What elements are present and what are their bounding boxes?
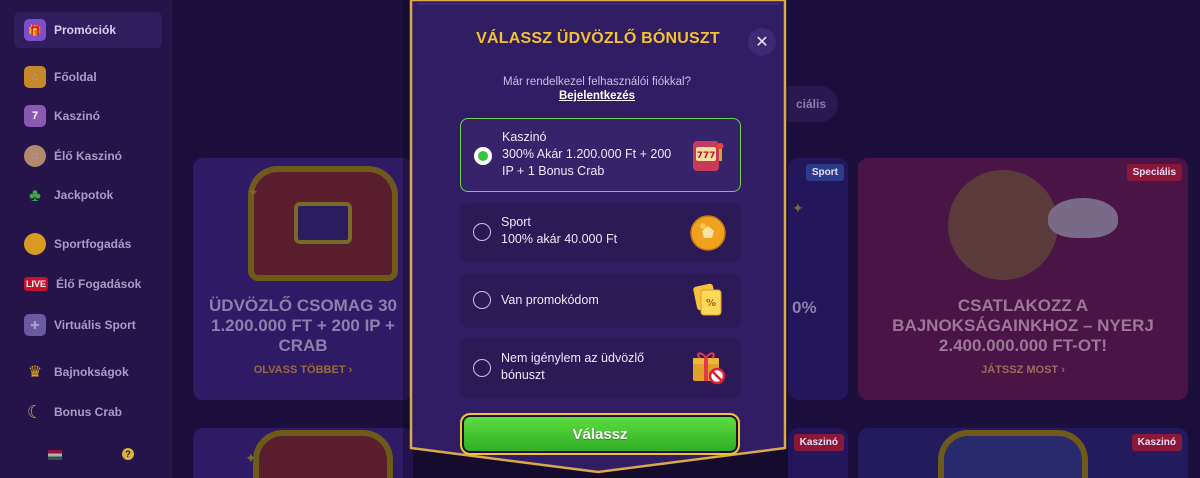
play-now-link[interactable]: JÁTSSZ MOST ›	[858, 364, 1188, 376]
bonus-option-name: Sport	[501, 215, 531, 229]
bonus-option-text: Sport 100% akár 40.000 Ft	[501, 214, 681, 248]
live-badge-icon: LIVE	[24, 277, 48, 291]
sidebar-item-promotions[interactable]: 🎁 Promóciók	[14, 12, 162, 48]
wing-image	[1048, 198, 1118, 238]
promo-card[interactable]: ✦ ÜDVÖZLŐ CSOMAG 30 1.200.000 FT + 200 I…	[193, 158, 413, 400]
clover-icon: ♣	[29, 184, 41, 205]
sidebar-item-label: Bonus Crab	[54, 405, 123, 419]
sparkle-icon: ✦	[247, 184, 259, 200]
language-flag-icon[interactable]	[48, 450, 62, 460]
bonus-option-name: Kaszinó	[502, 130, 547, 144]
bonus-option-text: Kaszinó 300% Akár 1.200.000 Ft + 200 IP …	[502, 129, 682, 180]
sidebar: 🎁 Promóciók ⌂ Főoldal 7 Kaszinó ☺ Élő Ka…	[0, 0, 172, 478]
live-casino-icon: ☺	[24, 145, 46, 167]
category-badge: Speciális	[1126, 164, 1182, 181]
chest-image	[938, 430, 1088, 478]
sidebar-item-label: Élő Kaszinó	[54, 149, 123, 163]
casino-icon: 7	[24, 105, 46, 127]
sidebar-item-live-betting[interactable]: LIVE Élő Fogadások	[24, 269, 141, 299]
sidebar-item-label: Sportfogadás	[54, 237, 132, 251]
bonus-option-casino[interactable]: Kaszinó 300% Akár 1.200.000 Ft + 200 IP …	[460, 118, 741, 192]
promo-card-title: ÜDVÖZLŐ CSOMAG 30 1.200.000 FT + 200 IP …	[209, 296, 397, 355]
promo-ticket-icon: %	[693, 283, 722, 316]
bonus-option-description: 300% Akár 1.200.000 Ft + 200 IP + 1 Bonu…	[502, 147, 672, 178]
sidebar-item-label: Promóciók	[54, 23, 117, 37]
sidebar-item-tournaments[interactable]: ♛ Bajnokságok	[24, 357, 129, 387]
help-icon[interactable]: ?	[122, 448, 134, 460]
sidebar-item-label: Élő Fogadások	[56, 277, 142, 291]
promo-card[interactable]: ✦	[193, 428, 413, 478]
sidebar-item-virtual-sports[interactable]: ✚ Virtuális Sport	[24, 310, 136, 340]
sidebar-item-label: Főoldal	[54, 70, 97, 84]
sidebar-item-bonus-crab[interactable]: ☾ Bonus Crab	[24, 397, 122, 427]
sidebar-item-casino[interactable]: 7 Kaszinó	[24, 101, 100, 131]
modal-title: VÁLASSZ ÜDVÖZLŐ BÓNUSZT	[476, 30, 720, 47]
radio-button[interactable]	[473, 359, 491, 377]
bonus-option-name: Van promokódom	[501, 293, 599, 307]
promo-card[interactable]: Kaszinó	[858, 428, 1188, 478]
radio-button[interactable]	[473, 291, 491, 309]
welcome-bonus-modal: VÁLASSZ ÜDVÖZLŐ BÓNUSZT ✕ Már rendelkeze…	[407, 0, 789, 478]
sidebar-item-label: Jackpotok	[54, 188, 114, 202]
trophy-image	[948, 170, 1058, 280]
sidebar-item-sports[interactable]: Sportfogadás	[24, 229, 131, 259]
promo-card-title: 0%	[792, 298, 817, 317]
trophy-icon: ♛	[27, 364, 43, 381]
category-badge: Kaszinó	[1131, 434, 1182, 451]
sparkle-icon: ✦	[792, 200, 804, 216]
crab-icon: ☾	[26, 401, 44, 422]
sidebar-footer: ?	[0, 446, 172, 470]
promotions-icon: 🎁	[24, 19, 46, 41]
login-link[interactable]: Bejelentkezés	[447, 90, 747, 102]
promo-card-title: CSATLAKOZZ A BAJNOKSÁGAINKHOZ – NYERJ 2.…	[892, 296, 1154, 355]
sports-ball-icon	[24, 233, 46, 255]
login-question: Már rendelkezel felhasználói fiókkal?	[503, 76, 691, 88]
chest-image	[248, 166, 398, 281]
bonus-option-no-bonus[interactable]: Nem igénylem az üdvözlő bónuszt	[460, 338, 741, 398]
sidebar-item-live-casino[interactable]: ☺ Élő Kaszinó	[24, 141, 122, 171]
svg-text:%: %	[706, 298, 716, 309]
sidebar-item-home[interactable]: ⌂ Főoldal	[24, 62, 97, 92]
close-button[interactable]: ✕	[748, 28, 776, 56]
svg-text:777: 777	[697, 151, 716, 161]
category-badge: Sport	[805, 164, 844, 181]
sidebar-item-label: Kaszinó	[54, 109, 101, 123]
sidebar-item-label: Virtuális Sport	[54, 318, 136, 332]
radio-button[interactable]	[473, 223, 491, 241]
read-more-link[interactable]: OLVASS TÖBBET ›	[193, 364, 413, 376]
bonus-option-sport[interactable]: Sport 100% akár 40.000 Ft	[460, 203, 741, 263]
category-badge: Kaszinó	[793, 434, 844, 451]
sidebar-item-label: Bajnokságok	[54, 365, 129, 379]
slot-machine-icon: 777	[693, 141, 724, 171]
soccer-ball-icon	[690, 215, 726, 251]
promo-card[interactable]: Kaszinó	[788, 428, 848, 478]
bonus-option-name: Nem igénylem az üdvözlő bónuszt	[501, 351, 645, 382]
no-gift-icon	[693, 352, 726, 385]
promo-card[interactable]: Sport ✦ 0%	[788, 158, 848, 400]
gamepad-icon: ✚	[24, 314, 46, 336]
bonus-option-promo-code[interactable]: Van promokódom %	[460, 273, 741, 328]
home-icon: ⌂	[24, 66, 46, 88]
sparkle-icon: ✦	[245, 450, 257, 466]
radio-button[interactable]	[474, 147, 492, 165]
bonus-option-description: 100% akár 40.000 Ft	[501, 232, 618, 246]
choose-button[interactable]: Válassz	[460, 413, 740, 455]
chest-image	[253, 430, 393, 478]
promo-card[interactable]: Speciális CSATLAKOZZ A BAJNOKSÁGAINKHOZ …	[858, 158, 1188, 400]
sidebar-item-jackpots[interactable]: ♣ Jackpotok	[24, 180, 113, 210]
